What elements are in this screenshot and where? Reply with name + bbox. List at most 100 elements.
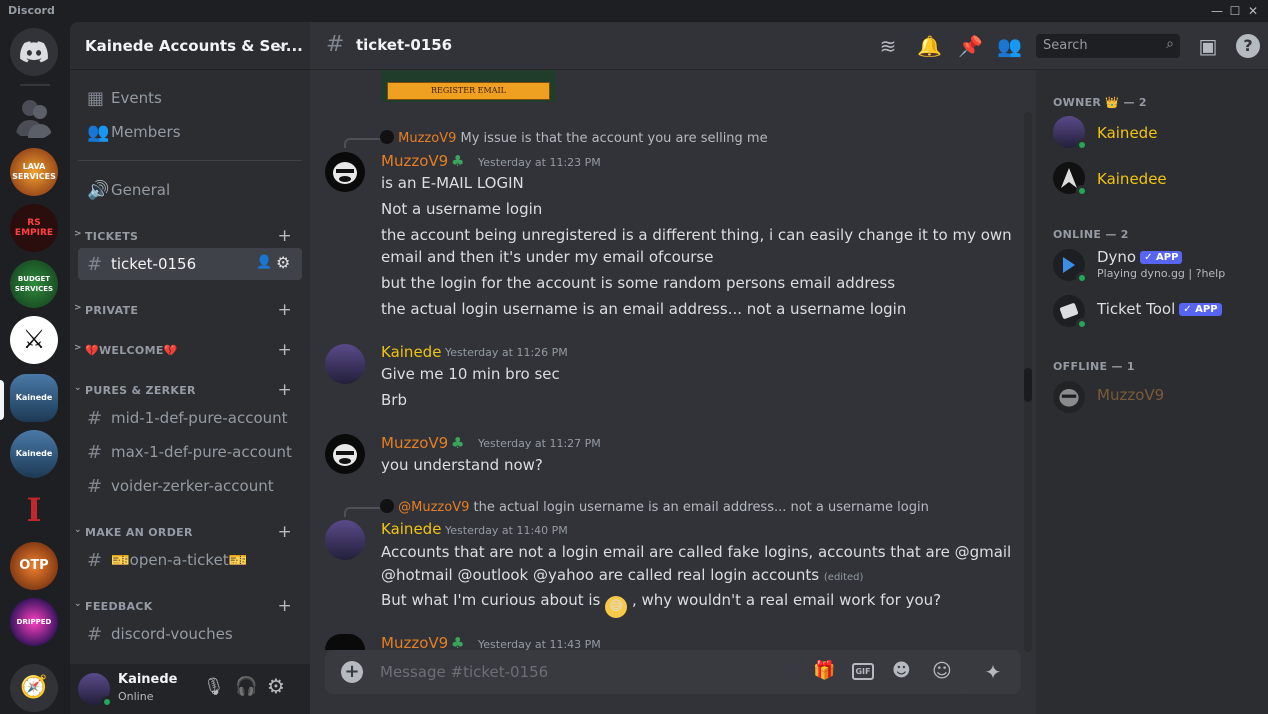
chevron-icon: ⌄ [74,525,82,535]
discover-button[interactable]: 🧭 [10,664,58,712]
reply-preview[interactable]: @MuzzoV9 the actual login username is an… [380,499,929,515]
avatar[interactable] [325,434,365,474]
help-icon[interactable]: ? [1236,34,1260,58]
headphones-icon[interactable]: 🎧 [235,676,257,697]
message-author[interactable]: Kainede [381,520,441,538]
server-kainede-1[interactable]: Kainede [10,374,58,422]
microphone-icon[interactable]: 🎙 [203,677,225,697]
member-name[interactable]: Ticket Tool ✓ APP [1097,300,1222,318]
server-dripped[interactable]: DRIPPED [10,598,58,646]
add-channel-icon[interactable]: + [277,380,292,400]
member-name[interactable]: Kainedee [1097,170,1167,188]
avatar[interactable] [325,344,365,384]
guild-name: Kainede Accounts & Ser... [85,37,303,55]
avatar[interactable] [1053,116,1088,151]
message-author[interactable]: MuzzoV9 [381,434,448,452]
category-feedback[interactable]: ⌄ FEEDBACK + [74,596,302,616]
message-composer[interactable]: + Message #ticket-0156 🎁 GIF ☻ ☺ [325,650,1021,694]
avatar[interactable] [1053,381,1085,413]
channel-max-1-def-pure[interactable]: # max-1-def-pure-account [78,436,302,468]
server-kainede-2[interactable]: Kainede [10,430,58,478]
message-author[interactable]: Kainede [381,343,441,361]
member-name[interactable]: Kainede [1097,124,1157,142]
app-badge: ✓ APP [1140,251,1183,264]
message-line: email and then it's under my email ofcou… [381,248,714,266]
member-activity: Playing dyno.gg | ?help [1097,267,1226,280]
gif-icon[interactable]: GIF [852,663,874,680]
server-swords[interactable]: ⚔ [10,316,58,364]
message-author[interactable]: MuzzoV9 [381,152,448,170]
register-email-button[interactable]: REGISTER EMAIL [387,82,550,100]
avatar[interactable] [78,673,113,708]
category-tickets[interactable]: > TICKETS + [74,226,302,246]
server-shadow[interactable] [10,92,58,140]
avatar[interactable] [1053,249,1088,284]
add-channel-icon[interactable]: + [277,522,292,542]
member-name[interactable]: Dyno ✓ APP [1097,248,1183,266]
add-channel-icon[interactable]: + [277,226,292,246]
member-name[interactable]: MuzzoV9 [1097,386,1164,404]
gear-icon[interactable]: ⚙ [276,253,290,272]
server-lava-services[interactable]: LAVA SERVICES [10,148,58,196]
channel-open-a-ticket[interactable]: # 🎫open-a-ticket🎫 [78,544,302,576]
notification-bell-icon[interactable]: 🔔 [917,34,942,58]
group-label: OWNER [1053,96,1102,109]
attach-plus-icon[interactable]: + [341,661,363,683]
app-title: Discord [8,4,55,17]
add-channel-icon[interactable]: + [277,596,292,616]
message-line: you understand now? [381,456,543,474]
avatar[interactable] [1053,162,1088,197]
gorilla-avatar-icon [333,162,357,184]
composer-placeholder: Message #ticket-0156 [380,663,549,681]
search-icon: ⌕ [1166,36,1174,52]
category-private[interactable]: > PRIVATE + [74,300,302,320]
members-icon: 👥 [87,122,110,143]
avatar[interactable] [1053,295,1088,330]
channel-mid-1-def-pure[interactable]: # mid-1-def-pure-account [78,402,302,434]
avatar[interactable] [325,152,365,192]
edited-tag: (edited) [823,572,864,583]
category-label: 💔WELCOME💔 [85,344,178,357]
channel-voider-zerker[interactable]: # voider-zerker-account [78,470,302,502]
online-status-dot [101,696,113,708]
server-red-letter[interactable]: I [10,486,58,534]
server-otp[interactable]: OTP [10,542,58,590]
member-list-icon[interactable]: 👥 [997,34,1022,58]
avatar[interactable] [325,634,365,650]
avatar[interactable] [325,520,365,560]
sticker-icon[interactable]: ☻ [892,660,911,681]
add-channel-icon[interactable]: + [277,300,292,320]
home-button[interactable] [10,28,58,76]
threads-icon[interactable]: ≋ [876,34,900,58]
scrollbar-thumb[interactable] [1024,368,1032,402]
sidebar-item-members[interactable]: 👥 Members [78,116,302,148]
category-label: TICKETS [85,230,139,243]
close-button[interactable]: ✕ [1236,0,1268,22]
add-channel-icon[interactable]: + [277,340,292,360]
guild-header[interactable]: Kainede Accounts & Ser... ⌄ [70,22,310,70]
pin-icon[interactable]: 📌 [958,34,983,58]
inbox-icon[interactable]: ▣ [1196,34,1220,58]
sidebar-item-events[interactable]: ▦ Events [78,82,302,114]
invite-icon[interactable]: 👤 [256,255,272,270]
server-rs-empire[interactable]: RS EMPIRE [10,204,58,252]
gorilla-avatar-icon [333,444,357,466]
user-settings-gear-icon[interactable]: ⚙ [267,674,285,698]
people-silhouette-icon [16,100,52,138]
channel-label: 🎫open-a-ticket🎫 [111,551,248,569]
message-text: But what I'm curious about is [381,591,601,609]
member-group-header: OWNER 👑 — 2 [1053,96,1147,109]
category-pures-zerker[interactable]: ⌄ PURES & ZERKER + [74,380,302,400]
server-budget-services[interactable]: BUDGET SERVICES [10,260,58,308]
gift-icon[interactable]: 🎁 [813,660,835,681]
apps-icon[interactable]: ✦ [965,650,1021,694]
online-status-dot [1076,139,1088,151]
category-make-an-order[interactable]: ⌄ MAKE AN ORDER + [74,522,302,542]
search-input[interactable]: Search ⌕ [1036,34,1180,58]
channel-discord-vouches[interactable]: # discord-vouches [78,618,302,650]
channel-ticket-0156[interactable]: # ticket-0156 👤 ⚙ [78,248,302,280]
reply-preview[interactable]: MuzzoV9 My issue is that the account you… [380,130,768,146]
category-welcome[interactable]: > 💔WELCOME💔 + [74,340,302,360]
channel-general[interactable]: 🔊 General [78,174,302,206]
emoji-icon[interactable]: ☺ [932,660,952,682]
